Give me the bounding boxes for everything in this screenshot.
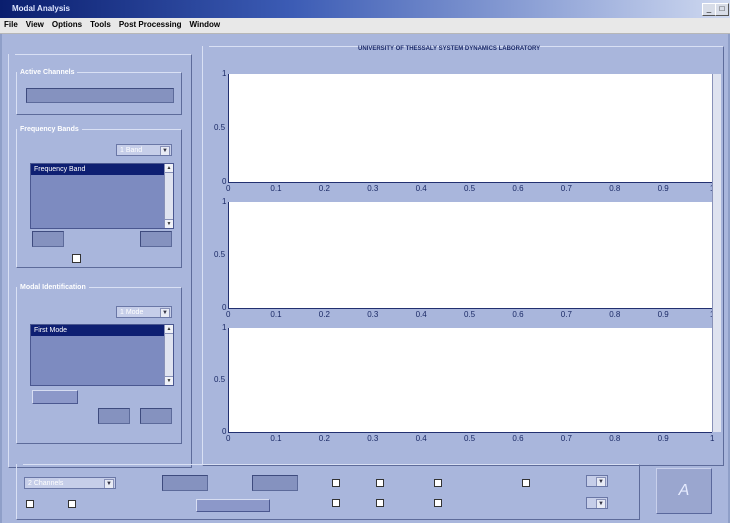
maximize-button[interactable]: □ xyxy=(715,3,729,16)
title-bar: Modal Analysis _ □ xyxy=(0,0,730,18)
x-tick-label: 0.5 xyxy=(464,434,476,443)
menu-bar: File View Options Tools Post Processing Windo… xyxy=(0,18,730,34)
chevron-down-icon: ▼ xyxy=(596,499,606,508)
option-4[interactable] xyxy=(376,479,387,487)
x-tick-label: 0 xyxy=(226,434,231,443)
input-a-field[interactable] xyxy=(162,475,208,491)
x-tick-label: 0 xyxy=(226,184,231,193)
x-tick-label: 0.2 xyxy=(318,310,330,319)
input-b-field[interactable] xyxy=(252,475,298,491)
y-tick-label: 0.5 xyxy=(214,250,226,259)
x-tick-label: 0.3 xyxy=(367,310,379,319)
x-tick-label: 1 xyxy=(710,434,715,443)
x-tick-label: 0.8 xyxy=(609,434,621,443)
x-axis-line xyxy=(228,182,712,183)
minimize-button[interactable]: _ xyxy=(702,3,716,16)
y-tick-label: 0.5 xyxy=(214,123,226,132)
y-tick-label: 0 xyxy=(222,303,227,312)
menu-view[interactable]: View xyxy=(22,18,48,29)
x-tick-label: 0.2 xyxy=(318,434,330,443)
x-tick-label: 0.9 xyxy=(657,434,669,443)
option-8[interactable] xyxy=(434,499,445,507)
option-checkbox[interactable] xyxy=(522,479,530,487)
option-9[interactable] xyxy=(522,479,533,487)
option-3[interactable] xyxy=(332,479,343,487)
compute-button[interactable] xyxy=(196,499,270,512)
option-checkbox[interactable] xyxy=(68,500,76,508)
x-tick-label: 0.7 xyxy=(560,434,572,443)
run-analysis-button[interactable]: A xyxy=(656,468,712,514)
x-tick-label: 0.1 xyxy=(270,310,282,319)
x-axis-line xyxy=(228,432,712,433)
chevron-down-icon: ▼ xyxy=(596,477,606,486)
y-tick-label: 1 xyxy=(222,197,227,206)
window-title: Modal Analysis xyxy=(12,4,70,13)
option-checkbox[interactable] xyxy=(332,499,340,507)
y-axis-line xyxy=(228,202,229,308)
x-tick-label: 0.1 xyxy=(270,184,282,193)
x-tick-label: 0.4 xyxy=(415,434,427,443)
y-axis-line xyxy=(228,74,229,182)
x-tick-label: 0.2 xyxy=(318,184,330,193)
x-tick-label: 0 xyxy=(226,310,231,319)
channels-select[interactable]: 2 Channels ▼ xyxy=(24,477,116,489)
menu-tools[interactable]: Tools xyxy=(86,18,115,29)
menu-post-processing[interactable]: Post Processing xyxy=(115,18,186,29)
x-tick-label: 0.3 xyxy=(367,434,379,443)
x-axis-line xyxy=(228,308,712,309)
option-checkbox[interactable] xyxy=(26,500,34,508)
x-tick-label: 0.3 xyxy=(367,184,379,193)
chevron-down-icon: ▼ xyxy=(104,479,114,488)
option-checkbox[interactable] xyxy=(434,479,442,487)
x-tick-label: 0.6 xyxy=(512,184,524,193)
plot-axes-1[interactable] xyxy=(228,74,712,182)
y-tick-label: 0.5 xyxy=(214,375,226,384)
y-tick-label: 1 xyxy=(222,323,227,332)
x-tick-label: 0.9 xyxy=(657,184,669,193)
option-checkbox[interactable] xyxy=(376,499,384,507)
option-1[interactable] xyxy=(26,500,37,508)
x-tick-label: 0.6 xyxy=(512,310,524,319)
x-tick-label: 0.1 xyxy=(270,434,282,443)
x-tick-label: 0.4 xyxy=(415,184,427,193)
y-tick-label: 0 xyxy=(222,177,227,186)
x-tick-label: 0.5 xyxy=(464,310,476,319)
menu-options[interactable]: Options xyxy=(48,18,86,29)
x-tick-label: 0.8 xyxy=(609,310,621,319)
option-checkbox[interactable] xyxy=(434,499,442,507)
plot-axes-3[interactable] xyxy=(228,328,712,432)
x-tick-label: 0.6 xyxy=(512,434,524,443)
x-tick-label: 0.9 xyxy=(657,310,669,319)
x-tick-label: 0.7 xyxy=(560,310,572,319)
option-checkbox[interactable] xyxy=(376,479,384,487)
y-tick-label: 0 xyxy=(222,427,227,436)
right-select-1[interactable]: ▼ xyxy=(586,475,608,487)
x-tick-label: 0.7 xyxy=(560,184,572,193)
channels-select-value: 2 Channels xyxy=(28,480,64,487)
menu-window[interactable]: Window xyxy=(186,18,225,29)
y-tick-label: 1 xyxy=(222,69,227,78)
x-tick-label: 0.8 xyxy=(609,184,621,193)
x-tick-label: 0.5 xyxy=(464,184,476,193)
option-7[interactable] xyxy=(376,499,387,507)
plots-container: 0 0.1 0.2 0.3 0.4 0.5 0.6 0.7 0.8 0.9 1 0 0.5 1 0 0.1 0.… xyxy=(2,34,728,523)
option-checkbox[interactable] xyxy=(332,479,340,487)
main-area: Active Channels Frequency Bands 1 Band ▼… xyxy=(2,34,728,523)
right-select-2[interactable]: ▼ xyxy=(586,497,608,509)
menu-file[interactable]: File xyxy=(0,18,22,29)
plot-axes-2[interactable] xyxy=(228,202,712,308)
option-6[interactable] xyxy=(332,499,343,507)
option-2[interactable] xyxy=(68,500,79,508)
bottom-controls-panel xyxy=(16,464,640,520)
y-axis-line xyxy=(228,328,229,432)
plot-scrollbar[interactable] xyxy=(712,74,721,432)
option-5[interactable] xyxy=(434,479,445,487)
x-tick-label: 0.4 xyxy=(415,310,427,319)
